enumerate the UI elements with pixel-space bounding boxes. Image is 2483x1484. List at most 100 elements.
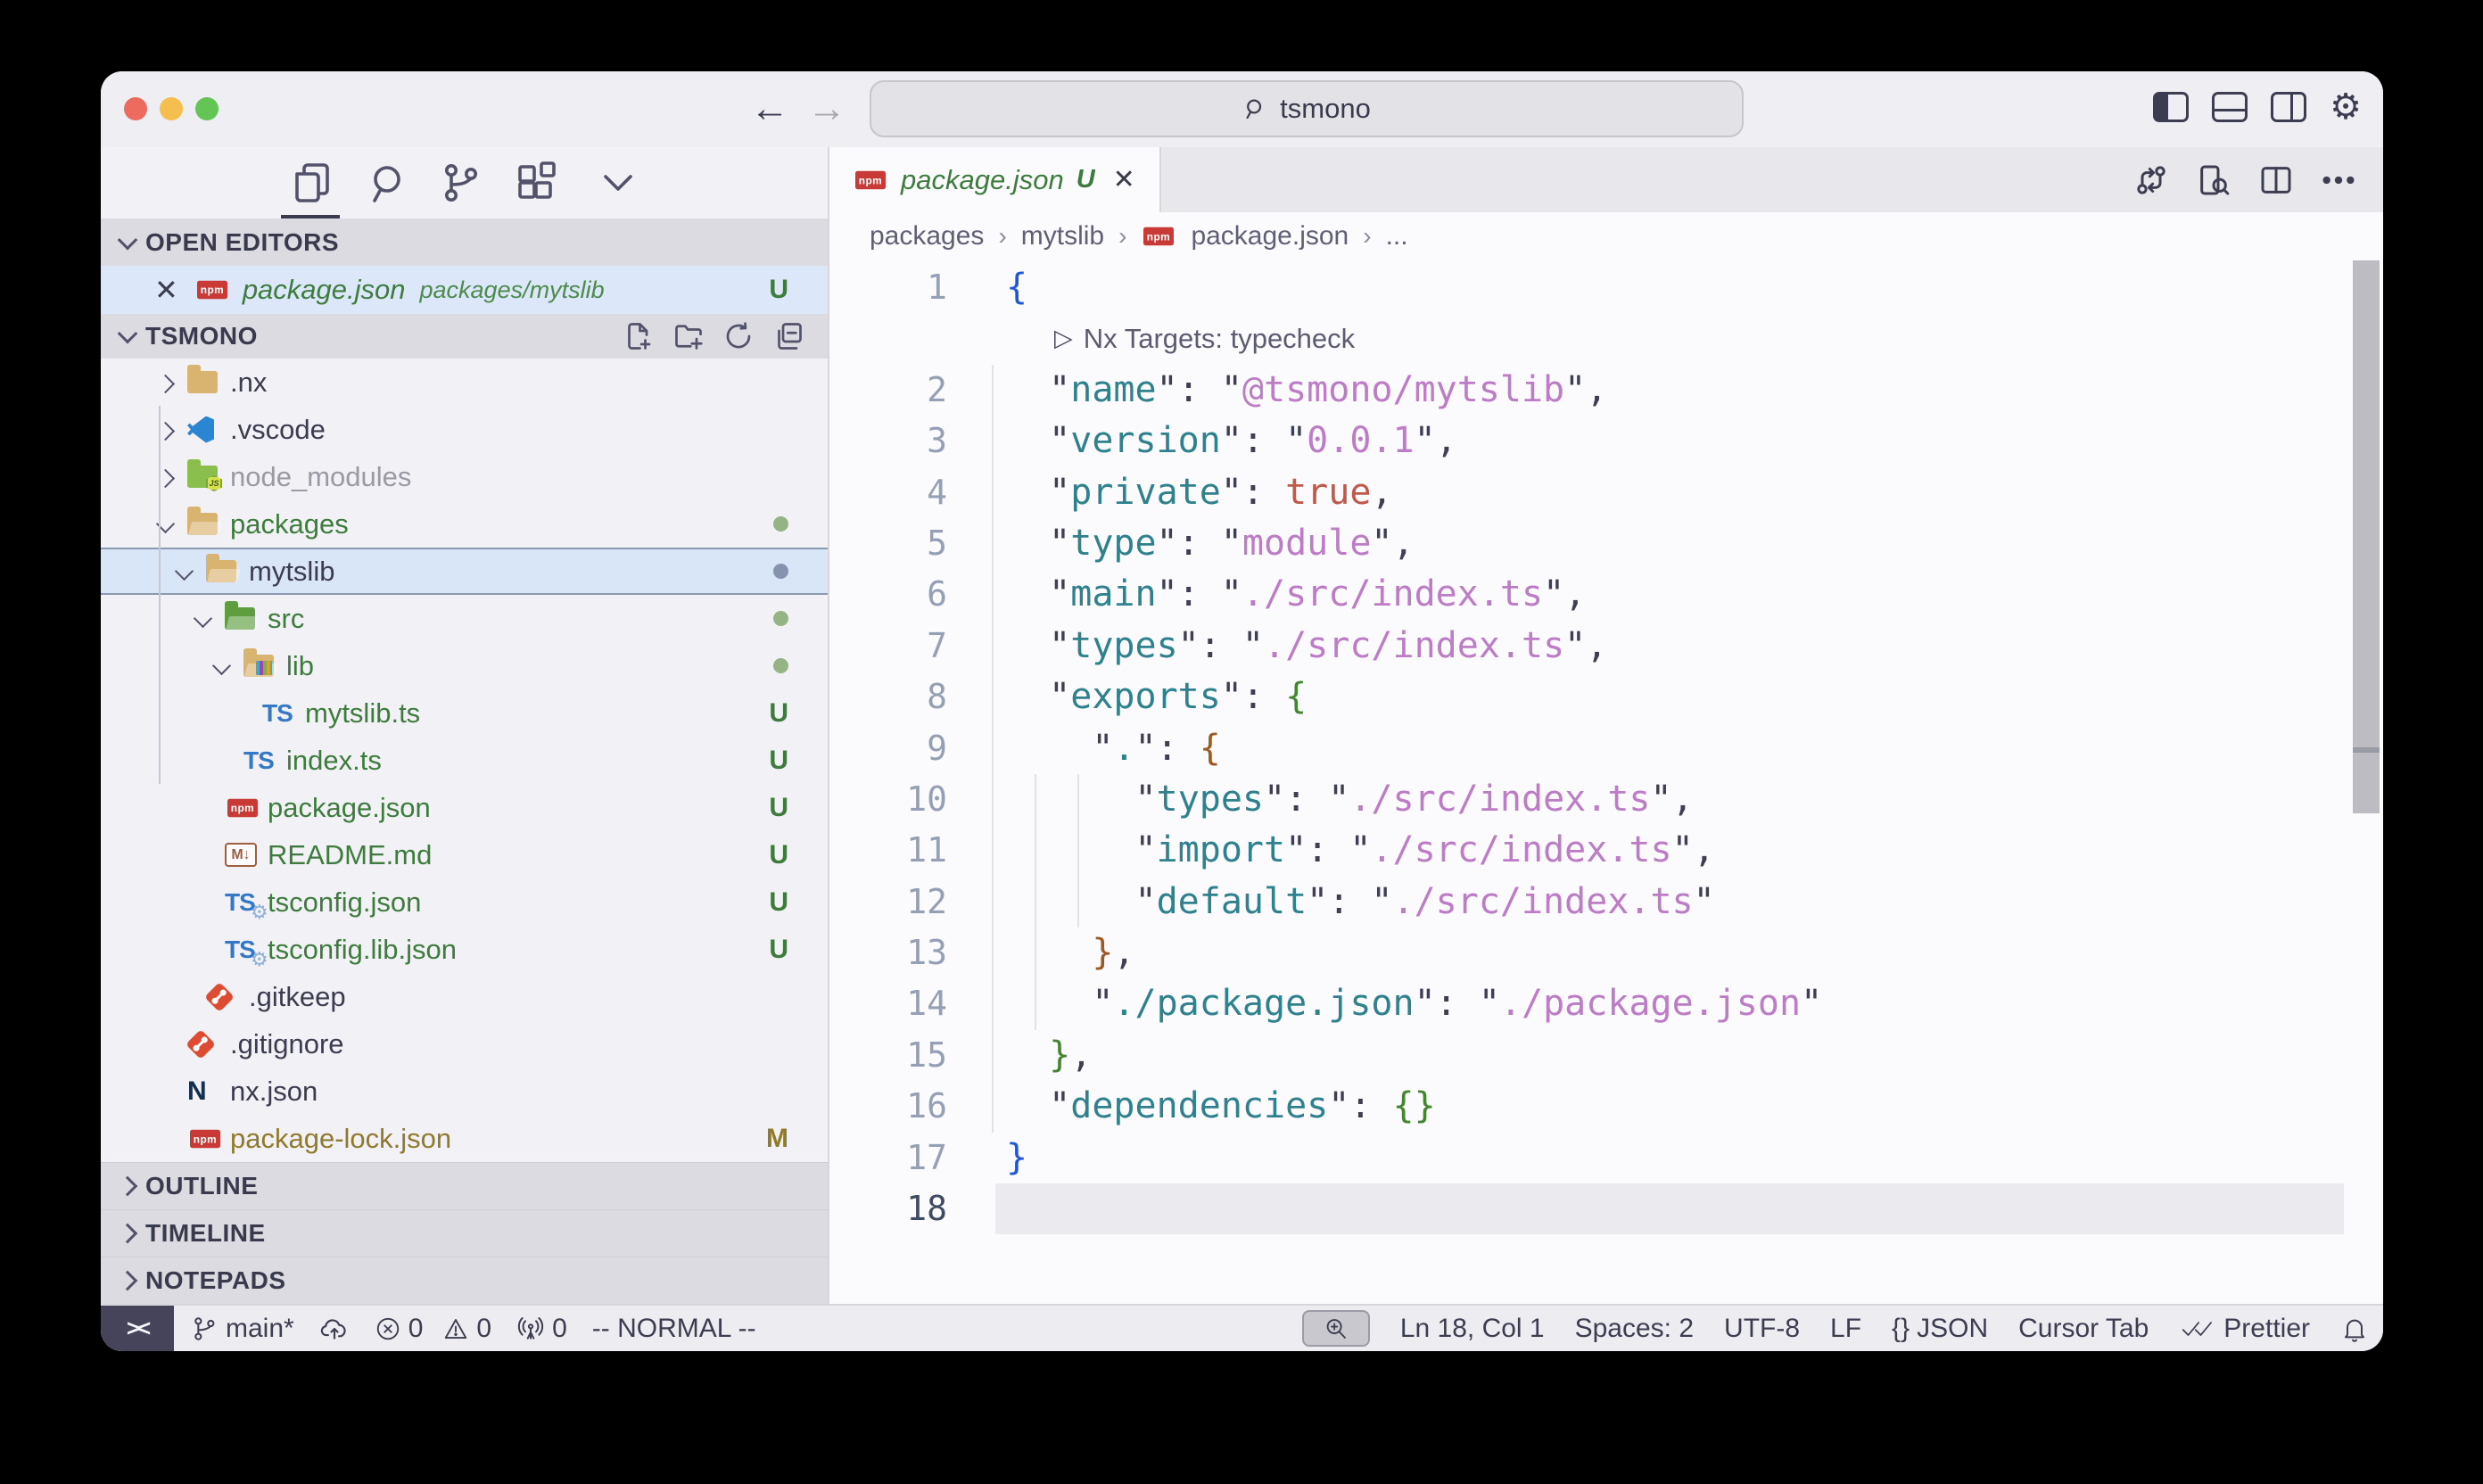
explorer-tab-icon[interactable] [288, 160, 334, 206]
command-center-search[interactable]: tsmono [870, 80, 1744, 137]
run-target-play-icon[interactable]: ▷ [1054, 313, 1073, 364]
settings-gear-icon[interactable]: ⚙ [2330, 89, 2362, 125]
code-line[interactable]: 2 "name": "@tsmono/mytslib", [829, 365, 2383, 416]
new-file-icon[interactable] [623, 320, 655, 352]
tree-item-package-json[interactable]: npmpackage.jsonU [101, 784, 828, 831]
views-chevron-icon[interactable] [595, 170, 641, 197]
language-status[interactable]: {} JSON [1892, 1314, 1988, 1344]
tree-item-readme-md[interactable]: M↓README.mdU [101, 831, 828, 878]
breadcrumb-item[interactable]: packages [870, 221, 984, 251]
open-editor-item[interactable]: ✕ npm package.json packages/mytslib U [101, 266, 828, 314]
vim-mode-status[interactable]: -- NORMAL -- [592, 1314, 756, 1344]
breadcrumb-item[interactable]: ... [1386, 221, 1408, 251]
code-line[interactable]: 15 }, [829, 1030, 2383, 1081]
code-line[interactable]: 9 ".": { [829, 723, 2383, 774]
timeline-header[interactable]: TIMELINE [101, 1209, 828, 1257]
workspace-header[interactable]: TSMONO [101, 314, 828, 359]
close-icon[interactable]: ✕ [154, 273, 178, 307]
formatter-status[interactable]: Prettier [2179, 1314, 2310, 1344]
notifications-bell[interactable] [2340, 1315, 2369, 1343]
tree-item--nx[interactable]: .nx [101, 359, 828, 406]
tree-item--vscode[interactable]: .vscode [101, 406, 828, 453]
tree-item-mytslib-ts[interactable]: TSmytslib.tsU [101, 689, 828, 737]
nav-back-button[interactable]: ← [750, 82, 789, 136]
toggle-secondary-sidebar-icon[interactable] [2271, 92, 2306, 122]
tree-item-mytslib[interactable]: mytslib [101, 548, 828, 595]
tree-item-package-lock-json[interactable]: npmpackage-lock.jsonM [101, 1115, 828, 1162]
code-line[interactable]: 14 "./package.json": "./package.json" [829, 978, 2383, 1029]
chevron-down-icon[interactable] [191, 610, 225, 628]
code-line[interactable]: 18 [829, 1183, 2383, 1234]
codelens-label[interactable]: Nx Targets: typecheck [1084, 313, 1355, 364]
tree-item--gitignore[interactable]: .gitignore [101, 1020, 828, 1068]
zoom-indicator[interactable] [1302, 1310, 1370, 1347]
chevron-down-icon[interactable] [172, 563, 206, 581]
code-line[interactable]: 16 "dependencies": {} [829, 1081, 2383, 1132]
split-editor-icon[interactable] [2258, 162, 2294, 198]
traffic-light-close[interactable] [124, 97, 147, 120]
tree-item-packages[interactable]: packages [101, 500, 828, 548]
tree-item-lib[interactable]: lib [101, 642, 828, 689]
tree-item-label: lib [286, 650, 314, 682]
folder-icon [187, 371, 218, 393]
editor-tab[interactable]: npm package.json U ✕ [829, 147, 1161, 212]
code-line[interactable]: 13 }, [829, 928, 2383, 978]
code-line[interactable]: 11 "import": "./src/index.ts", [829, 825, 2383, 876]
bell-icon [2340, 1315, 2369, 1343]
search-tab-icon[interactable] [366, 160, 412, 206]
new-folder-icon[interactable] [672, 320, 705, 352]
codelens-row[interactable]: ▷Nx Targets: typecheck [829, 313, 2383, 364]
code-line[interactable]: 1{ [829, 262, 2383, 313]
traffic-light-zoom[interactable] [195, 97, 219, 120]
refresh-icon[interactable] [722, 320, 755, 352]
encoding-status[interactable]: UTF-8 [1724, 1314, 1800, 1344]
search-editor-icon[interactable] [2196, 162, 2231, 198]
chevron-down-icon[interactable] [210, 657, 243, 675]
tree-item-nx-json[interactable]: Nnx.json [101, 1068, 828, 1115]
breadcrumb-item[interactable]: package.json [1191, 221, 1349, 251]
open-editor-filepath: packages/mytslib [420, 276, 605, 304]
tree-item-label: tsconfig.lib.json [268, 934, 457, 966]
code-line[interactable]: 5 "type": "module", [829, 518, 2383, 569]
tree-item-src[interactable]: src [101, 595, 828, 642]
code-line[interactable]: 4 "private": true, [829, 467, 2383, 518]
code-line[interactable]: 10 "types": "./src/index.ts", [829, 774, 2383, 825]
collapse-all-icon[interactable] [772, 320, 804, 352]
problems-status[interactable]: 0 0 [375, 1314, 491, 1344]
code-editor[interactable]: 1{▷Nx Targets: typecheck2 "name": "@tsmo… [829, 260, 2383, 1304]
cursor-position-status[interactable]: Ln 18, Col 1 [1400, 1314, 1545, 1344]
outline-header[interactable]: OUTLINE [101, 1162, 828, 1209]
branch-status[interactable]: main* [190, 1314, 294, 1344]
source-control-tab-icon[interactable] [437, 160, 483, 206]
more-actions-icon[interactable] [2321, 174, 2356, 186]
extensions-tab-icon[interactable] [513, 160, 559, 206]
chevron-right-icon[interactable] [153, 374, 187, 392]
publish-status[interactable] [319, 1314, 350, 1344]
toggle-primary-sidebar-icon[interactable] [2153, 92, 2189, 122]
scrollbar-thumb[interactable] [2353, 260, 2380, 813]
nav-forward-button[interactable]: → [807, 82, 846, 136]
code-line[interactable]: 17} [829, 1133, 2383, 1183]
tab-close-icon[interactable]: ✕ [1113, 164, 1135, 195]
tree-item--gitkeep[interactable]: .gitkeep [101, 973, 828, 1020]
remote-indicator[interactable]: >< [101, 1306, 174, 1351]
eol-status[interactable]: LF [1830, 1314, 1861, 1344]
compare-changes-icon[interactable] [2133, 162, 2169, 198]
code-line[interactable]: 6 "main": "./src/index.ts", [829, 569, 2383, 620]
tree-item-tsconfig-json[interactable]: TS⚙tsconfig.jsonU [101, 878, 828, 926]
code-line[interactable]: 8 "exports": { [829, 672, 2383, 722]
code-line[interactable]: 7 "types": "./src/index.ts", [829, 621, 2383, 672]
code-line[interactable]: 3 "version": "0.0.1", [829, 416, 2383, 466]
tree-item-node-modules[interactable]: JSnode_modules [101, 453, 828, 500]
toggle-panel-icon[interactable] [2212, 92, 2248, 122]
breadcrumb-item[interactable]: mytslib [1021, 221, 1104, 251]
tree-item-index-ts[interactable]: TSindex.tsU [101, 737, 828, 784]
ports-status[interactable]: 0 [516, 1314, 567, 1344]
notepads-header[interactable]: NOTEPADS [101, 1257, 828, 1304]
traffic-light-minimize[interactable] [160, 97, 183, 120]
indentation-status[interactable]: Spaces: 2 [1575, 1314, 1694, 1344]
code-line[interactable]: 12 "default": "./src/index.ts" [829, 877, 2383, 928]
cursor-tab-status[interactable]: Cursor Tab [2018, 1314, 2149, 1344]
open-editors-header[interactable]: OPEN EDITORS [101, 218, 828, 266]
tree-item-tsconfig-lib-json[interactable]: TS⚙tsconfig.lib.jsonU [101, 926, 828, 973]
